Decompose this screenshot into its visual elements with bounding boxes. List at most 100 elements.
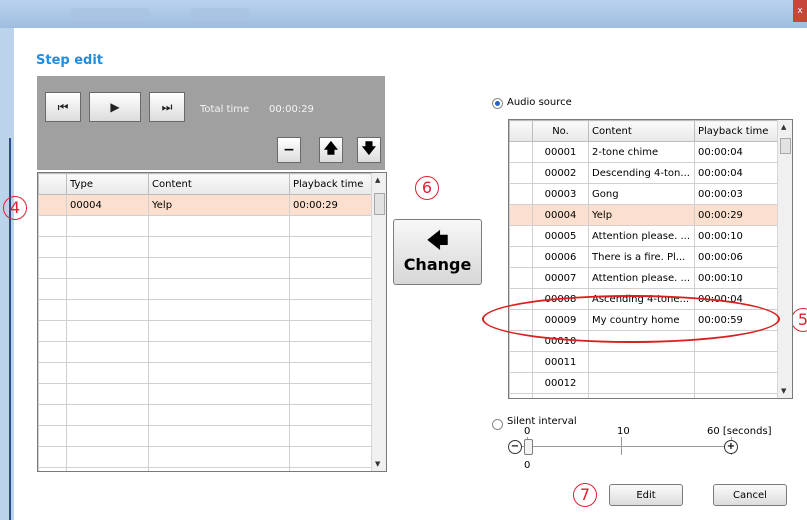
no-cell: 00007 <box>532 267 589 289</box>
decrease-button[interactable]: − <box>508 440 522 454</box>
row-header-cell <box>509 162 533 184</box>
table-row[interactable] <box>38 362 373 384</box>
arrow-up-icon: 🡅 <box>323 141 339 157</box>
skip-back-icon: ⏮ <box>57 99 69 114</box>
time-cell: 00:00:03 <box>694 183 779 205</box>
table-row[interactable] <box>38 467 373 471</box>
table-row[interactable] <box>38 320 373 342</box>
table-row[interactable] <box>38 446 373 468</box>
table-row[interactable]: 00011 <box>509 351 779 373</box>
row-header-cell <box>509 120 533 142</box>
highlight-ellipse <box>482 295 780 343</box>
move-up-button[interactable]: 🡅 <box>319 137 343 163</box>
scroll-thumb[interactable] <box>374 193 385 215</box>
scroll-down-icon[interactable]: ▼ <box>781 387 786 395</box>
frame-line <box>9 138 11 520</box>
minus-icon: − <box>510 441 520 452</box>
audio-table-scrollbar[interactable]: ▲ ▼ <box>777 120 792 398</box>
step-table-scrollbar[interactable]: ▲ ▼ <box>371 173 386 471</box>
change-button-label: Change <box>403 254 472 274</box>
table-row[interactable]: 00004 Yelp 00:00:29 <box>509 204 779 226</box>
table-row[interactable] <box>38 383 373 405</box>
no-cell: 00013 <box>532 393 589 398</box>
scale-min-label: 0 <box>524 426 531 437</box>
table-row[interactable]: 00013 <box>509 393 779 398</box>
step-table[interactable]: Type Content Playback time 00004 Yelp 00… <box>37 172 387 472</box>
row-header-cell <box>509 393 533 398</box>
table-row[interactable] <box>38 278 373 300</box>
slider-thumb[interactable] <box>524 439 533 455</box>
previous-button[interactable]: ⏮ <box>45 92 81 122</box>
arrow-down-icon: 🡇 <box>361 141 377 157</box>
play-button[interactable]: ▶ <box>89 92 141 122</box>
time-cell: 00:00:06 <box>694 246 779 268</box>
cancel-button[interactable]: Cancel <box>713 484 787 506</box>
window-titlebar: x <box>0 0 807 28</box>
scroll-down-icon[interactable]: ▼ <box>375 460 380 468</box>
next-button[interactable]: ⏭ <box>149 92 185 122</box>
audio-source-radio[interactable] <box>492 98 503 109</box>
arrow-left-icon: 🡄 <box>426 228 449 254</box>
row-header-cell <box>509 204 533 226</box>
title-blur <box>190 8 250 18</box>
table-row[interactable]: 00012 <box>509 372 779 394</box>
scroll-up-icon[interactable]: ▲ <box>375 176 380 184</box>
table-row[interactable] <box>38 215 373 237</box>
content-cell <box>588 351 695 373</box>
time-cell <box>694 372 779 394</box>
table-row[interactable] <box>38 341 373 363</box>
column-header-content[interactable]: Content <box>148 173 290 195</box>
row-header-cell <box>509 372 533 394</box>
window-frame <box>0 28 14 520</box>
content-cell: Descending 4-ton... <box>588 162 695 184</box>
close-button[interactable]: x <box>793 0 807 22</box>
scroll-thumb[interactable] <box>780 138 791 154</box>
table-row[interactable]: 00003 Gong 00:00:03 <box>509 183 779 205</box>
table-row[interactable]: 00007 Attention please. ... 00:00:10 <box>509 267 779 289</box>
column-header-content[interactable]: Content <box>588 120 695 142</box>
slider-track[interactable] <box>516 446 734 447</box>
callout-4: 4 <box>3 196 27 220</box>
content-cell <box>588 393 695 398</box>
column-header-no[interactable]: No. <box>532 120 589 142</box>
content-cell <box>588 372 695 394</box>
table-row[interactable]: 00006 There is a fire. Pl... 00:00:06 <box>509 246 779 268</box>
column-header-playback-time[interactable]: Playback time <box>289 173 373 195</box>
content-cell: Attention please. ... <box>588 267 695 289</box>
column-header-playback-time[interactable]: Playback time <box>694 120 779 142</box>
time-cell: 00:00:29 <box>289 194 373 216</box>
remove-step-button[interactable]: − <box>277 137 301 163</box>
table-row[interactable] <box>38 257 373 279</box>
scale-max-label: 60 [seconds] <box>707 426 772 437</box>
table-row[interactable]: 00001 2-tone chime 00:00:04 <box>509 141 779 163</box>
edit-button[interactable]: Edit <box>609 484 683 506</box>
content-cell: Yelp <box>148 194 290 216</box>
table-row[interactable] <box>38 425 373 447</box>
table-row[interactable]: 00002 Descending 4-ton... 00:00:04 <box>509 162 779 184</box>
time-cell: 00:00:29 <box>694 204 779 226</box>
silent-interval-radio[interactable] <box>492 419 503 430</box>
move-down-button[interactable]: 🡇 <box>357 137 381 163</box>
row-header-cell <box>509 246 533 268</box>
play-icon: ▶ <box>110 100 120 114</box>
no-cell: 00005 <box>532 225 589 247</box>
audio-source-table[interactable]: No. Content Playback time 00001 2-tone ch… <box>508 119 793 399</box>
table-row[interactable] <box>38 404 373 426</box>
minus-icon: − <box>283 142 295 158</box>
increase-button[interactable]: + <box>724 440 738 454</box>
plus-icon: + <box>726 441 736 452</box>
no-cell: 00006 <box>532 246 589 268</box>
table-row[interactable]: 00004 Yelp 00:00:29 <box>38 194 373 216</box>
slider-tick <box>621 437 622 455</box>
scroll-up-icon[interactable]: ▲ <box>781 123 786 131</box>
scale-mid-label: 10 <box>617 426 630 437</box>
slider-value: 0 <box>524 460 531 471</box>
no-cell: 00003 <box>532 183 589 205</box>
time-cell: 00:00:04 <box>694 162 779 184</box>
table-row[interactable]: 00005 Attention please. ... 00:00:10 <box>509 225 779 247</box>
change-button[interactable]: 🡄 Change <box>393 219 482 285</box>
column-header-type[interactable]: Type <box>66 173 149 195</box>
table-row[interactable] <box>38 236 373 258</box>
table-row[interactable] <box>38 299 373 321</box>
total-time-value: 00:00:29 <box>269 104 314 115</box>
